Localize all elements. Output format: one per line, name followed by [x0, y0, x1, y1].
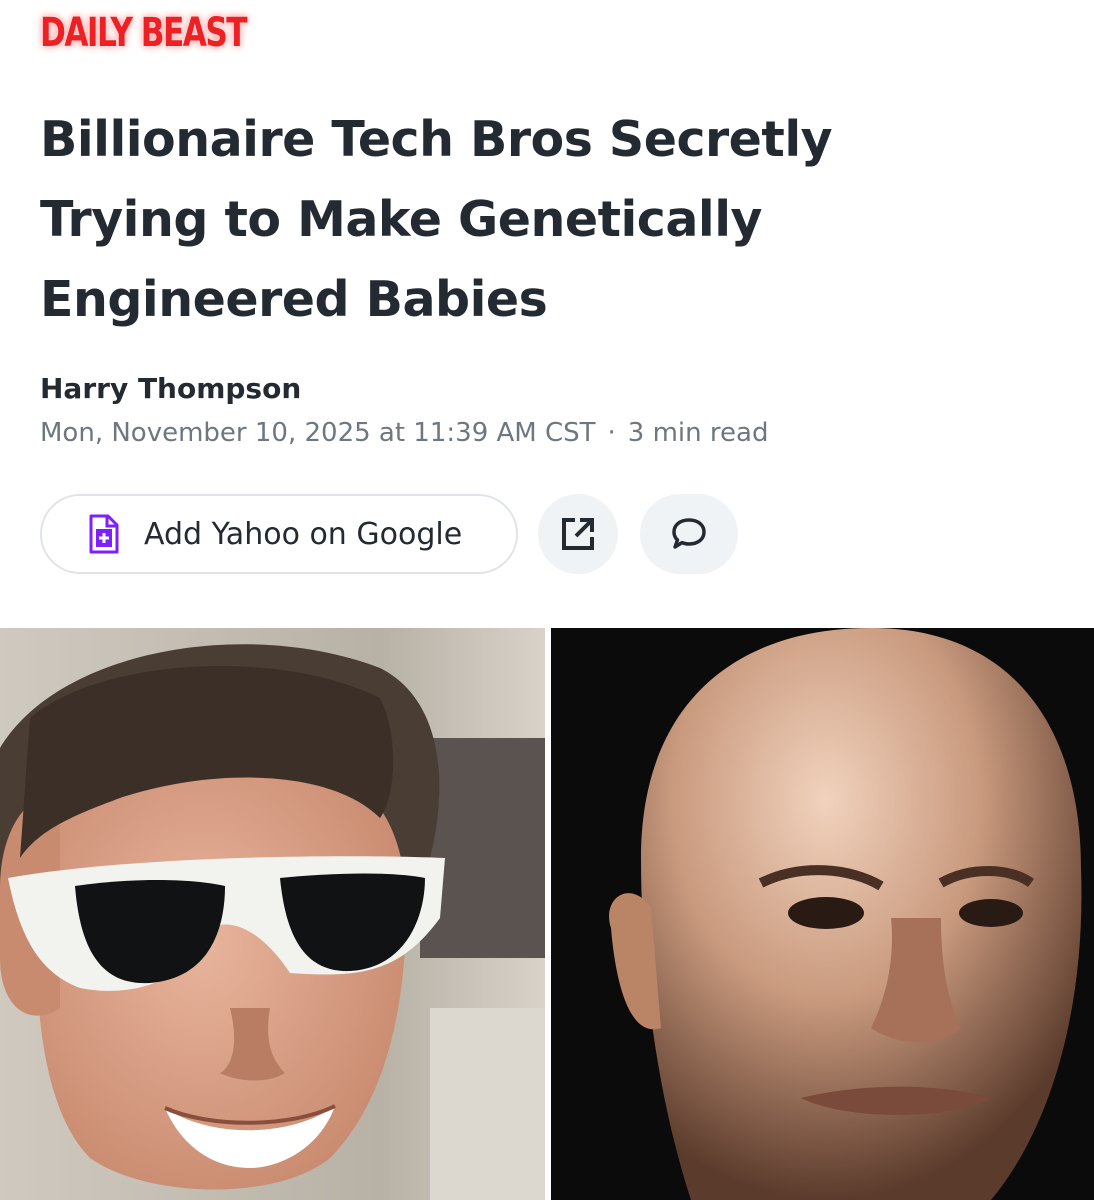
article-photos: [0, 628, 1094, 1200]
speech-bubble-icon: [672, 518, 706, 549]
add-yahoo-label: Add Yahoo on Google: [144, 516, 463, 552]
article-meta: Mon, November 10, 2025 at 11:39 AM CST · 3…: [40, 418, 768, 448]
man-white-sunglasses-photo: [0, 628, 545, 1200]
comments-button[interactable]: [640, 494, 738, 574]
bald-man-portrait-photo: [551, 628, 1094, 1200]
external-share-icon: [562, 518, 594, 550]
document-plus-icon: [89, 514, 119, 554]
meta-separator: ·: [607, 418, 616, 448]
share-button[interactable]: [538, 494, 618, 574]
publish-date: Mon, November 10, 2025 at 11:39 AM CST: [40, 418, 596, 448]
article-headline: Billionaire Tech Bros Secretly Trying to…: [40, 111, 833, 328]
daily-beast-logo[interactable]: DAILY BEAST: [40, 10, 248, 56]
read-time: 3 min read: [627, 418, 769, 448]
add-yahoo-on-google-button[interactable]: Add Yahoo on Google: [40, 494, 518, 574]
author-name[interactable]: Harry Thompson: [40, 372, 301, 405]
